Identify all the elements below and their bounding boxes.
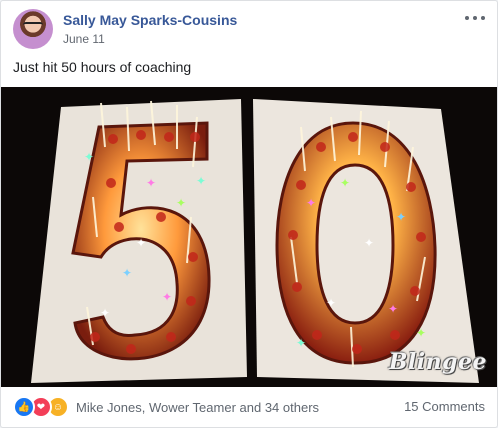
post-date[interactable]: June 11 (63, 32, 105, 46)
svg-text:✦: ✦ (388, 302, 398, 316)
post-header: Sally May Sparks-Cousins June 11 (13, 9, 485, 53)
svg-text:✦: ✦ (136, 236, 146, 250)
svg-text:✦: ✦ (396, 210, 406, 224)
svg-text:✦: ✦ (122, 266, 132, 280)
svg-text:✦: ✦ (416, 326, 426, 340)
svg-text:✦: ✦ (296, 336, 306, 350)
svg-text:✦: ✦ (162, 290, 172, 304)
reactions-summary[interactable]: 👍 ❤ ☺ Mike Jones, Wower Teamer and 34 ot… (13, 396, 319, 418)
reactions-names[interactable]: Mike Jones, Wower Teamer and 34 others (76, 400, 319, 415)
svg-text:✦: ✦ (364, 236, 374, 250)
blingee-watermark: Blingee (388, 349, 487, 375)
svg-text:✦: ✦ (146, 176, 156, 190)
svg-text:✦: ✦ (340, 176, 350, 190)
cake-photo: ✦ ✦ ✦ ✦ ✦ ✦ ✦ ✦ ✦ ✦ ✦ ✦ ✦ ✦ ✦ ✦ (31, 99, 479, 383)
post-card: Sally May Sparks-Cousins June 11 Just hi… (0, 0, 498, 428)
svg-text:✦: ✦ (100, 306, 110, 320)
post-footer: 👍 ❤ ☺ Mike Jones, Wower Teamer and 34 ot… (13, 387, 485, 427)
more-options-icon[interactable] (465, 11, 485, 25)
svg-text:✦: ✦ (84, 150, 94, 164)
svg-text:✦: ✦ (326, 296, 336, 310)
like-icon: 👍 (13, 396, 35, 418)
svg-text:✦: ✦ (176, 196, 186, 210)
author-name[interactable]: Sally May Sparks-Cousins (63, 12, 237, 28)
post-photo[interactable]: ✦ ✦ ✦ ✦ ✦ ✦ ✦ ✦ ✦ ✦ ✦ ✦ ✦ ✦ ✦ ✦ Blingee (1, 87, 497, 387)
avatar[interactable] (13, 9, 53, 49)
svg-text:✦: ✦ (196, 174, 206, 188)
post-text: Just hit 50 hours of coaching (13, 59, 192, 75)
comments-count[interactable]: 15 Comments (404, 399, 485, 414)
svg-text:✦: ✦ (306, 196, 316, 210)
